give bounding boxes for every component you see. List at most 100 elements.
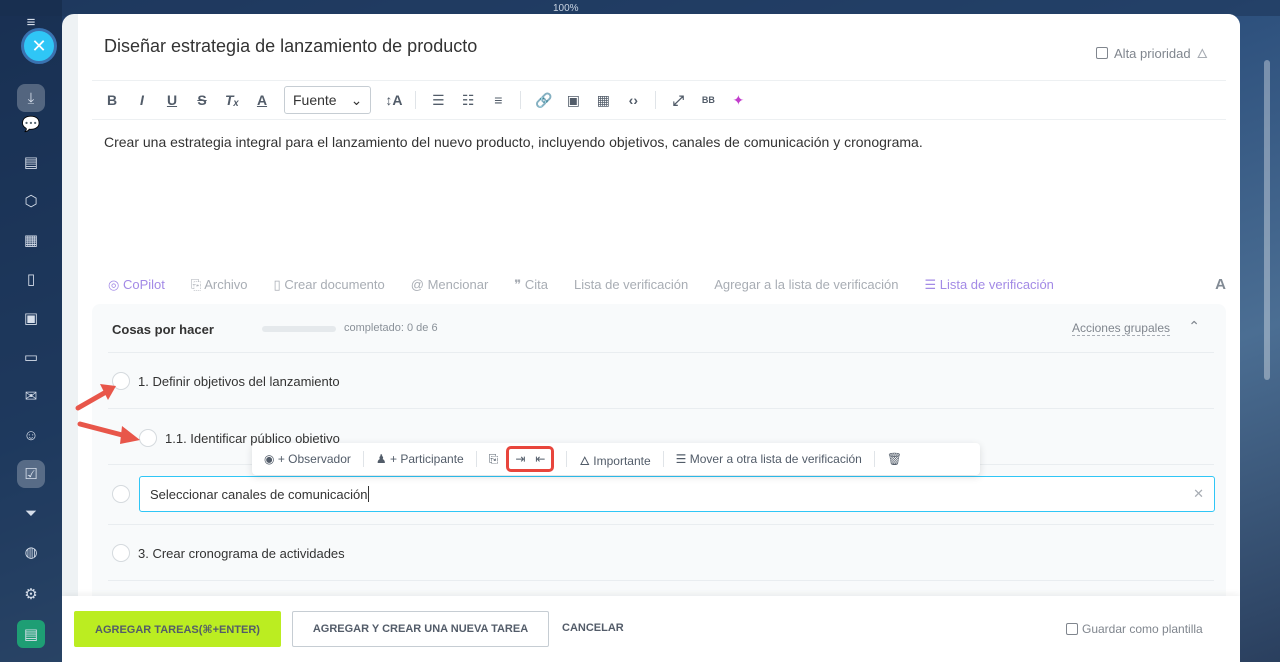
toolbar-divider	[662, 451, 664, 467]
item-edit-value[interactable]: Seleccionar canales de comunicación	[150, 487, 368, 502]
font-select[interactable]: Fuente ⌄	[284, 86, 372, 114]
task-panel: Diseñar estrategia de lanzamiento de pro…	[62, 14, 1240, 662]
task-footer: AGREGAR TAREAS(⌘+ENTER) AGREGAR Y CREAR …	[62, 596, 1240, 662]
checklist-completed-count: completado: 0 de 6	[344, 322, 438, 334]
task-editor-card: Diseñar estrategia de lanzamiento de pro…	[78, 14, 1240, 614]
download-icon[interactable]: ⤓	[17, 84, 45, 112]
add-tasks-button[interactable]: AGREGAR TAREAS(⌘+ENTER)	[74, 611, 281, 647]
link-icon[interactable]: 🔗	[535, 92, 552, 109]
list-icon: ☰	[675, 452, 687, 466]
row-divider	[108, 408, 1214, 409]
fullscreen-icon[interactable]: ⤢	[670, 92, 686, 109]
annotation-arrow-icon	[75, 384, 116, 411]
mail-icon[interactable]: ✉	[17, 382, 45, 410]
task-title[interactable]: Diseñar estrategia de lanzamiento de pro…	[104, 36, 477, 57]
mention-button[interactable]: @ Mencionar	[411, 277, 489, 292]
table-icon[interactable]: ▦	[595, 92, 611, 109]
underline-icon[interactable]: U	[164, 92, 180, 108]
page-scrollbar[interactable]	[1264, 60, 1270, 380]
checklist-progress-bar	[262, 326, 336, 332]
zoom-level: 100%	[553, 3, 579, 14]
drive-icon[interactable]: ▭	[17, 343, 45, 371]
high-priority-label: Alta prioridad	[1114, 45, 1191, 61]
toolbar-divider	[566, 451, 568, 467]
text-color-icon[interactable]: A	[254, 92, 270, 108]
outdent-icon[interactable]: ⇤	[535, 452, 545, 466]
bbcode-icon[interactable]: BB	[700, 95, 716, 105]
cancel-button[interactable]: CANCELAR	[562, 622, 624, 634]
item-label[interactable]: 3. Crear cronograma de actividades	[138, 546, 345, 561]
image-icon[interactable]: ▣	[565, 92, 581, 109]
code-icon[interactable]: ‹›	[625, 92, 641, 108]
file-button[interactable]: ⎘ Archivo	[191, 277, 248, 293]
save-template-label: Guardar como plantilla	[1082, 622, 1203, 636]
observer-button[interactable]: ◉ + Observador	[264, 452, 351, 466]
task-description[interactable]: Crear una estrategia integral para el la…	[104, 134, 923, 150]
checklist-active-button[interactable]: ☰ Lista de verificación	[924, 277, 1053, 293]
align-icon[interactable]: ≡	[490, 92, 506, 108]
trash-icon[interactable]: 🗑	[887, 452, 902, 466]
chat-icon[interactable]: 💬	[17, 110, 45, 138]
toolbar-divider	[415, 91, 417, 109]
close-slider-button[interactable]: ✕	[21, 28, 57, 64]
person-icon: ♟	[375, 452, 387, 466]
numbered-list-icon[interactable]: ☰	[430, 92, 446, 109]
save-template-checkbox[interactable]	[1066, 623, 1078, 635]
app-icon[interactable]: ▤	[17, 620, 45, 648]
clear-format-icon[interactable]: Tₓ	[224, 92, 240, 108]
italic-icon[interactable]: I	[134, 92, 150, 108]
clear-icon[interactable]: ✕	[1193, 486, 1204, 502]
copilot-button[interactable]: ◎ CoPilot	[108, 277, 165, 293]
font-size-icon[interactable]: ↕A	[385, 92, 402, 108]
ai-image-icon[interactable]: ✦	[730, 92, 746, 109]
toolbar-divider	[520, 91, 522, 109]
robot-icon[interactable]: ◍	[17, 538, 45, 566]
tasks-icon[interactable]: ☑	[17, 460, 45, 488]
hexagon-icon[interactable]: ⬡	[17, 187, 45, 215]
item-checkbox[interactable]	[112, 485, 130, 503]
checklist-item-editing[interactable]	[112, 485, 130, 503]
board-icon[interactable]: ▣	[17, 304, 45, 332]
indent-icon[interactable]: ⇥	[515, 452, 525, 466]
funnel-icon[interactable]: ⏷	[17, 499, 45, 527]
font-select-value: Fuente	[293, 92, 337, 108]
row-divider	[108, 352, 1214, 353]
high-priority-toggle[interactable]: Alta prioridad 🜂	[1096, 40, 1208, 66]
feed-icon[interactable]: ▤	[17, 148, 45, 176]
bold-icon[interactable]: B	[104, 92, 120, 108]
calendar-icon[interactable]: ▦	[17, 226, 45, 254]
checklist-title[interactable]: Cosas por hacer	[112, 322, 214, 337]
text-cursor	[367, 486, 369, 502]
row-divider	[108, 524, 1214, 525]
checklist-button[interactable]: Lista de verificación	[574, 277, 688, 292]
document-icon[interactable]: ▯	[17, 265, 45, 293]
checklist-item[interactable]: 3. Crear cronograma de actividades	[112, 544, 345, 562]
add-and-create-button[interactable]: AGREGAR Y CREAR UNA NUEVA TAREA	[292, 611, 549, 647]
font-toggle-button[interactable]: A	[1215, 276, 1226, 293]
high-priority-checkbox[interactable]	[1096, 47, 1109, 59]
chevron-down-icon: ⌄	[350, 91, 363, 108]
attach-icon[interactable]: ⎘	[489, 452, 499, 467]
chevron-up-icon[interactable]: ⌃	[1188, 318, 1200, 335]
move-checklist-button[interactable]: ☰ Mover a otra lista de verificación	[676, 452, 862, 466]
formatting-toolbar: B I U S Tₓ A Fuente ⌄ ↕A ☰ ☷ ≡ 🔗 ▣ ▦ ‹› …	[92, 80, 1226, 120]
important-button[interactable]: 🜂 Importante	[579, 447, 650, 472]
contacts-icon[interactable]: ☺	[17, 421, 45, 449]
add-to-checklist-button[interactable]: Agregar a la lista de verificación	[714, 277, 898, 292]
participant-button[interactable]: ♟ + Participante	[376, 452, 464, 466]
strikethrough-icon[interactable]: S	[194, 92, 210, 108]
toolbar-divider	[655, 91, 657, 109]
flame-icon: 🜂	[1196, 46, 1208, 61]
quote-button[interactable]: ❞ Cita	[514, 277, 548, 293]
settings-icon[interactable]: ⚙	[17, 580, 45, 608]
editor-tools-bar: ◎ CoPilot ⎘ Archivo ▯ Crear documento @ …	[108, 276, 1226, 293]
group-actions-link[interactable]: Acciones grupales	[1071, 321, 1170, 336]
item-checkbox[interactable]	[112, 544, 130, 562]
create-document-button[interactable]: ▯ Crear documento	[274, 277, 385, 293]
item-label[interactable]: 1. Definir objetivos del lanzamiento	[138, 374, 340, 389]
eye-icon: ◉	[264, 452, 275, 466]
checklist-item[interactable]: 1. Definir objetivos del lanzamiento	[112, 372, 340, 390]
save-template-toggle[interactable]: Guardar como plantilla	[1066, 622, 1203, 636]
item-edit-input[interactable]: Seleccionar canales de comunicación ✕	[139, 476, 1215, 512]
bullet-list-icon[interactable]: ☷	[460, 92, 476, 109]
